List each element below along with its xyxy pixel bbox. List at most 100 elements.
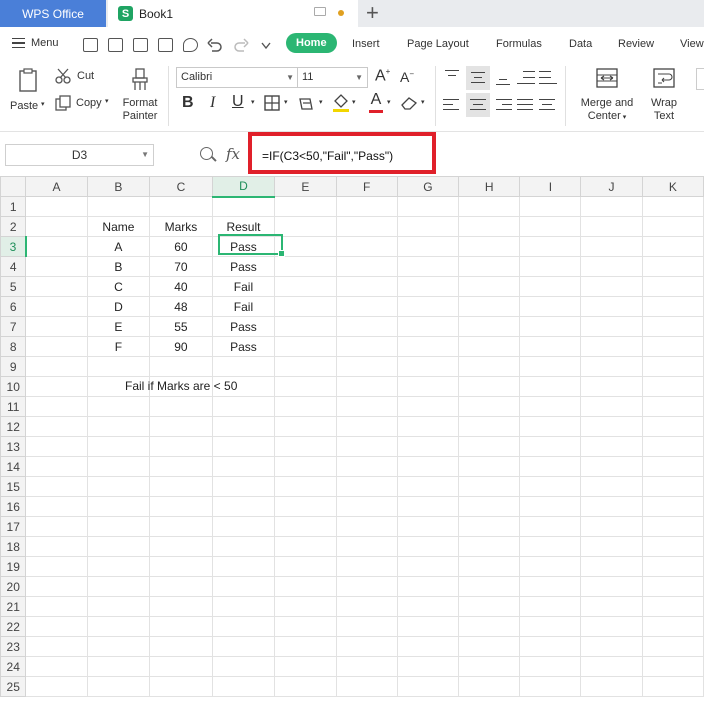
cell-i23[interactable] [519,636,582,657]
cell-j22[interactable] [580,616,643,637]
cell-c17[interactable] [149,516,213,537]
cell-g20[interactable] [396,576,460,597]
cell-d23[interactable] [211,636,276,657]
magnifier-icon[interactable] [200,147,213,160]
row-header-10[interactable]: 10 [0,376,27,397]
cell-c14[interactable] [149,456,213,477]
row-header-14[interactable]: 14 [0,456,27,477]
cell-f11[interactable] [335,396,398,417]
cell-e10[interactable] [274,376,337,397]
cell-g4[interactable] [396,256,460,277]
cell-e2[interactable] [274,216,337,237]
cell-f25[interactable] [335,676,398,697]
cell-k6[interactable] [641,296,704,317]
cell-c5[interactable]: 40 [149,276,213,297]
cell-g9[interactable] [396,356,460,377]
cell-b6[interactable]: D [86,296,151,317]
cell-d5[interactable]: Fail [211,276,276,297]
cell-c9[interactable] [149,356,213,377]
cell-a10[interactable] [25,376,88,397]
cell-c19[interactable] [149,556,213,577]
cell-g17[interactable] [396,516,460,537]
cell-i1[interactable] [519,196,582,217]
cell-b4[interactable]: B [86,256,151,277]
cell-h2[interactable] [458,216,521,237]
cell-h12[interactable] [458,416,521,437]
cell-c7[interactable]: 55 [149,316,213,337]
cell-k22[interactable] [641,616,704,637]
copy-button[interactable]: Copy ▾ [55,95,111,113]
cell-d17[interactable] [211,516,276,537]
cell-a16[interactable] [25,496,88,517]
cell-i4[interactable] [519,256,582,277]
cell-h21[interactable] [458,596,521,617]
column-header-k[interactable]: K [641,176,704,197]
row-header-8[interactable]: 8 [0,336,27,357]
cell-k14[interactable] [641,456,704,477]
cell-i20[interactable] [519,576,582,597]
cell-h19[interactable] [458,556,521,577]
row-header-23[interactable]: 23 [0,636,27,657]
cell-h3[interactable] [458,236,521,257]
cell-j3[interactable] [580,236,643,257]
save-icon[interactable] [108,38,123,52]
cell-k9[interactable] [641,356,704,377]
tab-view[interactable]: View [680,38,704,50]
row-header-6[interactable]: 6 [0,296,27,317]
cell-h13[interactable] [458,436,521,457]
cell-f24[interactable] [335,656,398,677]
cell-d2[interactable]: Result [211,216,276,237]
cell-j17[interactable] [580,516,643,537]
cell-b14[interactable] [86,456,151,477]
cell-g11[interactable] [396,396,460,417]
export-pdf-icon[interactable] [133,38,148,52]
increase-indent-icon[interactable] [539,68,557,86]
cell-i5[interactable] [519,276,582,297]
cell-g12[interactable] [396,416,460,437]
cell-i17[interactable] [519,516,582,537]
row-header-24[interactable]: 24 [0,656,27,677]
cell-j10[interactable] [580,376,643,397]
cell-d6[interactable]: Fail [211,296,276,317]
increase-font-size-button[interactable]: A+ [375,67,390,85]
document-tab-book1[interactable]: S Book1 [108,0,358,27]
cell-d20[interactable] [211,576,276,597]
cell-e20[interactable] [274,576,337,597]
cell-j6[interactable] [580,296,643,317]
cell-k7[interactable] [641,316,704,337]
cell-a3[interactable] [25,236,88,257]
print-preview-icon[interactable] [183,38,198,52]
cell-c16[interactable] [149,496,213,517]
name-box[interactable]: D3 ▼ [5,144,154,166]
new-tab-button[interactable]: + [366,1,379,25]
cell-h20[interactable] [458,576,521,597]
cell-f22[interactable] [335,616,398,637]
column-header-g[interactable]: G [396,176,460,197]
font-size-dropdown[interactable]: 11 ▼ [297,67,368,88]
cell-e11[interactable] [274,396,337,417]
align-left-icon[interactable] [443,96,461,114]
cell-a13[interactable] [25,436,88,457]
cell-g3[interactable] [396,236,460,257]
cell-k3[interactable] [641,236,704,257]
cell-i8[interactable] [519,336,582,357]
cell-d21[interactable] [211,596,276,617]
row-header-11[interactable]: 11 [0,396,27,417]
cell-g5[interactable] [396,276,460,297]
cell-a12[interactable] [25,416,88,437]
cell-j25[interactable] [580,676,643,697]
cell-h22[interactable] [458,616,521,637]
cell-b8[interactable]: F [86,336,151,357]
cell-g13[interactable] [396,436,460,457]
cell-k25[interactable] [641,676,704,697]
cell-i22[interactable] [519,616,582,637]
cell-c8[interactable]: 90 [149,336,213,357]
cell-e12[interactable] [274,416,337,437]
cell-b25[interactable] [86,676,151,697]
cell-f5[interactable] [335,276,398,297]
cell-g14[interactable] [396,456,460,477]
cell-c21[interactable] [149,596,213,617]
cell-c22[interactable] [149,616,213,637]
cell-k19[interactable] [641,556,704,577]
tab-page-layout[interactable]: Page Layout [407,38,469,50]
